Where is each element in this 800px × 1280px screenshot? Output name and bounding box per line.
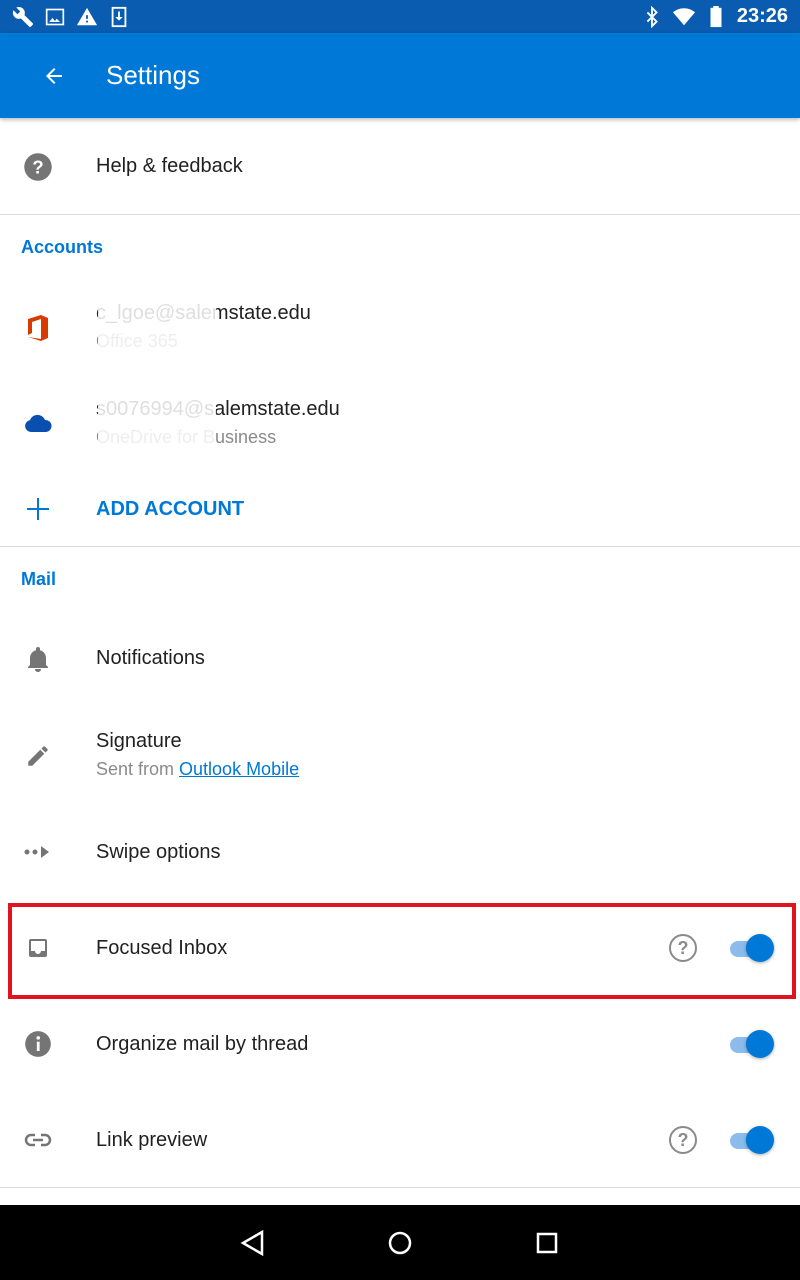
- onedrive-cloud-icon: [22, 408, 54, 440]
- help-feedback-item[interactable]: ? Help & feedback: [0, 120, 800, 214]
- download-icon: [108, 6, 130, 28]
- signature-prefix: Sent from: [96, 759, 180, 779]
- triangle-back-icon: [240, 1229, 264, 1256]
- system-nav-bar: [0, 1205, 800, 1280]
- link-preview-label: Link preview: [96, 1129, 208, 1151]
- info-icon: [22, 1028, 54, 1060]
- notifications-item[interactable]: Notifications: [0, 612, 800, 706]
- page-title: Settings: [106, 60, 200, 90]
- office-icon: [22, 312, 54, 344]
- help-icon: ?: [22, 151, 54, 183]
- swipe-dots-icon: [22, 836, 54, 868]
- nav-home-button[interactable]: [370, 1213, 430, 1273]
- status-time: 23:26: [736, 5, 788, 27]
- warning-icon: [76, 6, 98, 28]
- link-preview-toggle[interactable]: [728, 1125, 776, 1155]
- link-preview-item[interactable]: Link preview ?: [0, 1094, 800, 1186]
- app-bar: Settings: [0, 33, 800, 118]
- plus-icon: [22, 493, 54, 525]
- arrow-left-icon: [46, 67, 62, 84]
- back-button[interactable]: [24, 46, 84, 106]
- pen-icon: [22, 740, 54, 772]
- question-circle-icon[interactable]: ?: [669, 1126, 697, 1154]
- toggle-thumb: [746, 1126, 774, 1154]
- signature-link[interactable]: Outlook Mobile: [179, 759, 299, 779]
- bell-icon: [22, 643, 54, 675]
- mail-header: Mail: [21, 569, 57, 589]
- add-account-button[interactable]: ADD ACCOUNT: [0, 474, 800, 544]
- nav-recents-button[interactable]: [517, 1213, 577, 1273]
- accounts-header: Accounts: [21, 237, 104, 257]
- battery-icon: [705, 5, 727, 28]
- square-recents-icon: [536, 1232, 557, 1253]
- organize-thread-toggle[interactable]: [728, 1029, 776, 1059]
- divider: [0, 546, 800, 547]
- status-bar: 23:26: [0, 0, 800, 33]
- notifications-label: Notifications: [96, 647, 205, 669]
- highlight-box: [8, 903, 796, 999]
- swipe-options-item[interactable]: Swipe options: [0, 806, 800, 898]
- circle-home-icon: [388, 1231, 412, 1254]
- add-account-label: ADD ACCOUNT: [96, 498, 245, 520]
- organize-thread-label: Organize mail by thread: [96, 1033, 309, 1055]
- signature-label: Signature: [96, 730, 182, 752]
- signature-item[interactable]: Signature Sent from Outlook Mobile: [0, 706, 800, 806]
- divider: [0, 1187, 800, 1188]
- organize-thread-item[interactable]: Organize mail by thread: [0, 998, 800, 1090]
- signature-value: Sent from Outlook Mobile: [96, 759, 299, 780]
- redaction-overlay: [98, 296, 216, 456]
- svg-text:?: ?: [32, 156, 43, 177]
- toggle-thumb: [746, 1030, 774, 1058]
- link-icon: [22, 1124, 54, 1156]
- wifi-icon: [672, 6, 695, 28]
- wrench-icon: [12, 6, 34, 28]
- nav-back-button[interactable]: [223, 1213, 283, 1273]
- image-icon: [44, 6, 66, 28]
- bluetooth-icon: [641, 5, 663, 28]
- swipe-options-label: Swipe options: [96, 841, 221, 863]
- help-feedback-label: Help & feedback: [96, 155, 243, 177]
- divider: [0, 214, 800, 215]
